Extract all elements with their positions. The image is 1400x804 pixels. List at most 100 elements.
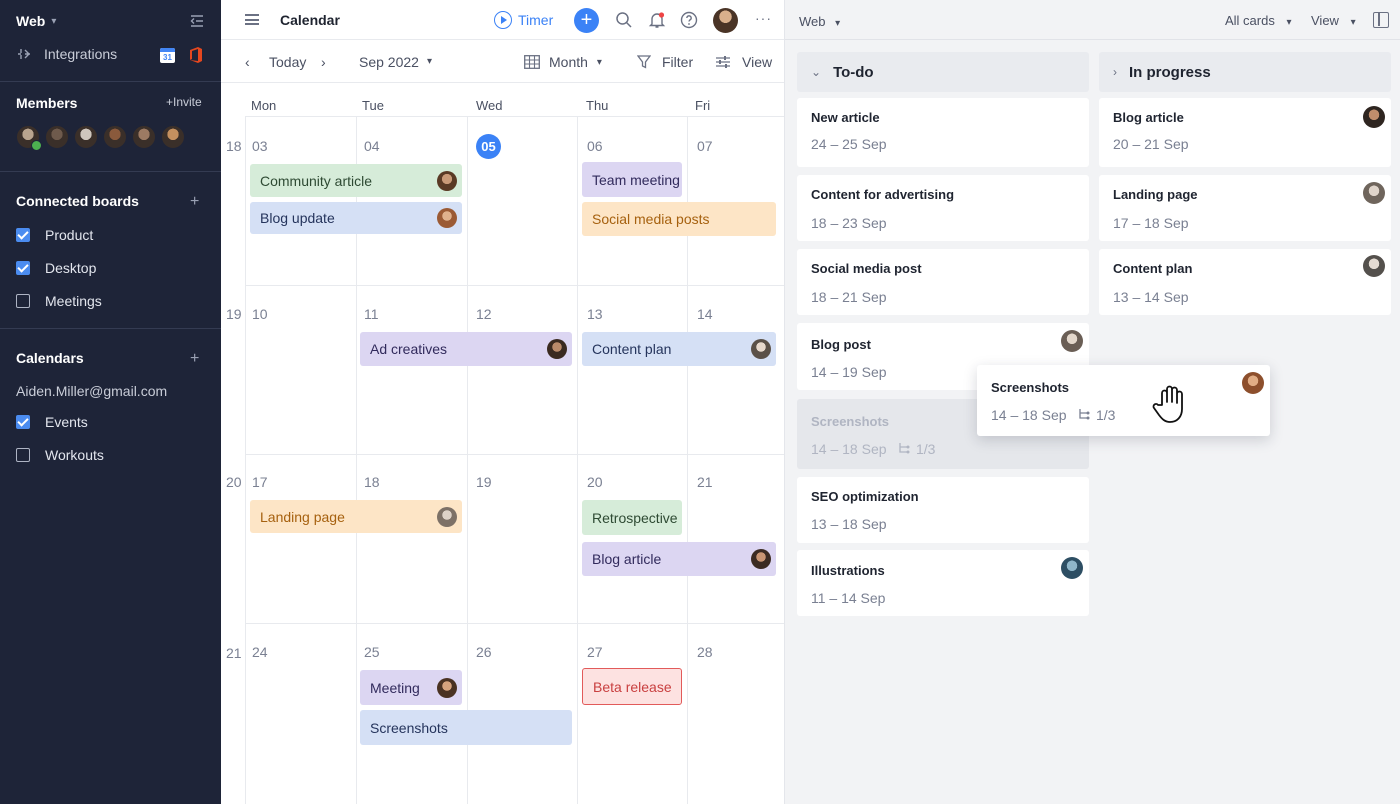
member-avatar[interactable] [132, 125, 156, 149]
card[interactable]: Social media post 18 – 21 Sep [797, 249, 1089, 315]
today-button[interactable]: Today [269, 54, 306, 70]
event-landing-page[interactable]: Landing page [250, 500, 462, 533]
member-avatar[interactable] [161, 125, 185, 149]
card[interactable]: Landing page 17 – 18 Sep [1099, 175, 1391, 241]
day-number[interactable]: 12 [476, 306, 492, 322]
event-screenshots[interactable]: Screenshots [360, 710, 572, 745]
board-item-meetings[interactable]: Meetings [16, 293, 102, 309]
event-blog-update[interactable]: Blog update [250, 202, 462, 234]
member-avatar[interactable] [45, 125, 69, 149]
event-ad-creatives[interactable]: Ad creatives [360, 332, 572, 366]
more-icon[interactable]: ··· [755, 10, 772, 26]
day-number[interactable]: 25 [364, 644, 380, 660]
filter-button[interactable]: Filter [637, 54, 693, 70]
day-number[interactable]: 13 [587, 306, 603, 322]
month-picker[interactable]: Sep 2022 ▾ [359, 54, 432, 70]
calendar-item-events[interactable]: Events [16, 414, 88, 430]
checkbox[interactable] [16, 415, 30, 429]
board-label: Meetings [45, 293, 102, 309]
checkbox[interactable] [16, 261, 30, 275]
prev-icon[interactable]: ‹ [245, 54, 250, 70]
board-item-desktop[interactable]: Desktop [16, 260, 96, 276]
event-blog-article[interactable]: Blog article [582, 542, 776, 576]
day-number[interactable]: 06 [587, 138, 603, 154]
day-number[interactable]: 26 [476, 644, 492, 660]
event-meeting[interactable]: Meeting [360, 670, 462, 705]
day-number[interactable]: 07 [697, 138, 713, 154]
day-number[interactable]: 18 [364, 474, 380, 490]
chevron-down-icon: ▾ [51, 15, 57, 27]
day-number[interactable]: 28 [697, 644, 713, 660]
add-board-button[interactable]: + [190, 194, 199, 210]
panel-toggle-icon[interactable] [1373, 12, 1389, 28]
day-number[interactable]: 11 [364, 306, 379, 322]
chevron-down-icon[interactable]: ⌄ [811, 65, 821, 79]
day-number[interactable]: 03 [252, 138, 268, 154]
google-calendar-icon[interactable]: 31 [160, 48, 175, 63]
search-icon[interactable] [615, 11, 633, 29]
board-view-select[interactable]: View ▾ [1311, 13, 1356, 28]
event-content-plan[interactable]: Content plan [582, 332, 776, 366]
card[interactable]: New article 24 – 25 Sep [797, 98, 1089, 167]
day-number[interactable]: 24 [252, 644, 268, 660]
day-number[interactable]: 04 [364, 138, 380, 154]
collapse-sidebar-icon[interactable] [188, 12, 206, 30]
card-dates: 14 – 18 Sep [811, 441, 887, 457]
card[interactable]: Content for advertising 18 – 23 Sep [797, 175, 1089, 241]
member-avatar[interactable] [103, 125, 127, 149]
card[interactable]: Illustrations 11 – 14 Sep [797, 550, 1089, 616]
member-avatar[interactable] [74, 125, 98, 149]
grab-cursor-icon [1152, 385, 1183, 423]
card-title: Content plan [1113, 261, 1193, 276]
checkbox[interactable] [16, 448, 30, 462]
card[interactable]: Blog article 20 – 21 Sep [1099, 98, 1391, 167]
integrations-link[interactable]: Integrations [16, 46, 117, 62]
help-icon[interactable] [680, 11, 698, 29]
checkbox[interactable] [16, 228, 30, 242]
weekday-wed: Wed [476, 98, 503, 113]
card[interactable]: Content plan 13 – 14 Sep [1099, 249, 1391, 315]
event-retrospective[interactable]: Retrospective [582, 500, 682, 535]
day-number[interactable]: 10 [252, 306, 268, 322]
day-number[interactable]: 17 [252, 474, 268, 490]
timer-button[interactable]: Timer [494, 11, 553, 29]
day-number[interactable]: 27 [587, 644, 603, 660]
card[interactable]: SEO optimization 13 – 18 Sep [797, 477, 1089, 543]
column-header-in-progress[interactable]: › In progress [1099, 52, 1391, 92]
event-label: Landing page [260, 508, 345, 525]
day-number[interactable]: 14 [697, 306, 713, 322]
user-avatar[interactable] [713, 8, 738, 33]
day-number[interactable]: 19 [476, 474, 492, 490]
column-header-todo[interactable]: ⌄ To-do [797, 52, 1089, 92]
workspace-switcher[interactable]: Web ▾ [16, 13, 56, 29]
office-icon[interactable] [189, 46, 203, 64]
event-beta-release[interactable]: Beta release [582, 668, 682, 705]
checkbox[interactable] [16, 294, 30, 308]
board-view-label: View [1311, 13, 1339, 28]
board-workspace-select[interactable]: Web ▾ [799, 14, 840, 29]
admin-badge-icon [31, 140, 42, 151]
invite-button[interactable]: +Invite [166, 95, 202, 109]
add-calendar-button[interactable]: + [190, 351, 199, 367]
subtask-icon [899, 443, 910, 454]
day-number[interactable]: 20 [587, 474, 603, 490]
calendar-item-workouts[interactable]: Workouts [16, 447, 104, 463]
event-team-meeting[interactable]: Team meeting [582, 162, 682, 197]
today-marker[interactable]: 05 [476, 134, 501, 159]
dragging-card[interactable]: Screenshots 14 – 18 Sep 1/3 [977, 365, 1270, 436]
next-icon[interactable]: › [321, 54, 326, 70]
day-number[interactable]: 21 [697, 474, 713, 490]
view-mode-select[interactable]: Month ▾ [524, 54, 602, 70]
menu-icon[interactable] [245, 14, 259, 25]
board-item-product[interactable]: Product [16, 227, 93, 243]
card-dates: 17 – 18 Sep [1113, 215, 1189, 231]
event-label: Blog article [592, 551, 662, 567]
all-cards-select[interactable]: All cards ▾ [1225, 13, 1292, 28]
member-avatar[interactable] [16, 125, 42, 151]
add-button[interactable]: + [574, 8, 599, 33]
bell-icon[interactable] [648, 11, 666, 29]
chevron-right-icon[interactable]: › [1113, 65, 1117, 79]
view-button[interactable]: View [715, 54, 772, 70]
event-social-media-posts[interactable]: Social media posts [582, 202, 776, 236]
event-community-article[interactable]: Community article [250, 164, 462, 197]
